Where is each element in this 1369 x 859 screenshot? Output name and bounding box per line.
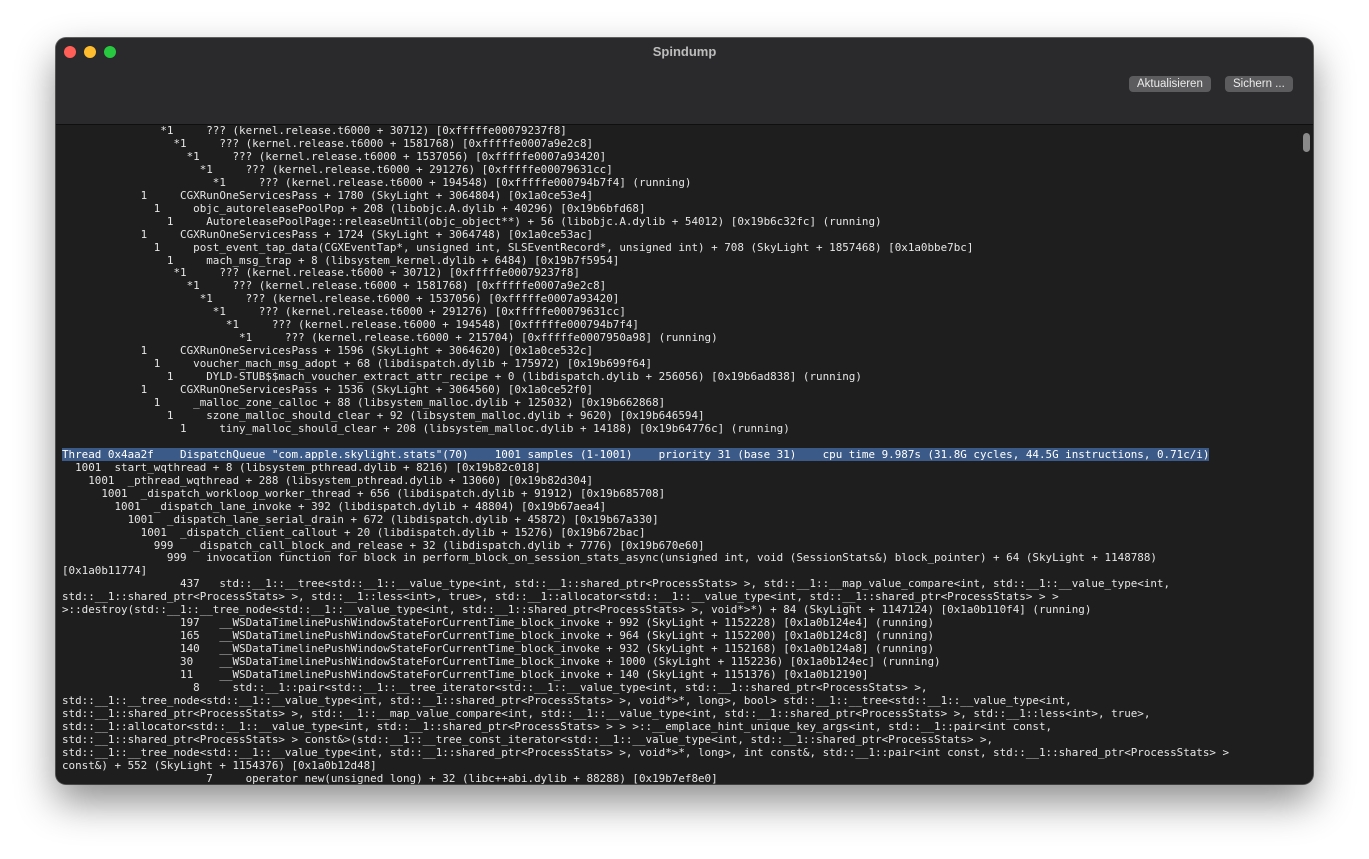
log-line: 1 szone_malloc_should_clear + 92 (libsys… (62, 408, 705, 422)
window-title: Spindump (652, 44, 717, 59)
log-line: 7 operator new(unsigned long) + 32 (libc… (62, 771, 718, 784)
log-line: 1001 _dispatch_lane_invoke + 392 (libdis… (62, 499, 607, 513)
log-line: 1 AutoreleasePoolPage::releaseUntil(objc… (62, 214, 882, 228)
log-line: 1001 _dispatch_client_callout + 20 (libd… (62, 525, 646, 539)
save-button[interactable]: Sichern ... (1225, 76, 1293, 92)
log-line: *1 ??? (kernel.release.t6000 + 194548) [… (62, 175, 692, 189)
refresh-button[interactable]: Aktualisieren (1129, 76, 1211, 92)
spindump-window: Spindump Aktualisieren Sichern ... *1 ??… (56, 38, 1313, 784)
log-line: 8 std::__1::pair<std::__1::__tree_iterat… (62, 680, 928, 694)
log-line: std::__1::shared_ptr<ProcessStats> >, st… (62, 706, 1151, 720)
log-line: *1 ??? (kernel.release.t6000 + 1537056) … (62, 149, 607, 163)
log-line: 1 CGXRunOneServicesPass + 1780 (SkyLight… (62, 188, 594, 202)
log-line: std::__1::allocator<std::__1::__value_ty… (62, 719, 1053, 733)
scrollbar-thumb[interactable] (1303, 133, 1310, 152)
thread-header-text: Thread 0x4aa2f DispatchQueue "com.apple.… (62, 447, 1210, 461)
spindump-log: *1 ??? (kernel.release.t6000 + 30712) [0… (56, 125, 1300, 784)
title-bar: Spindump Aktualisieren Sichern ... (56, 38, 1313, 125)
vertical-scrollbar[interactable] (1300, 125, 1313, 784)
log-line: *1 ??? (kernel.release.t6000 + 1581768) … (62, 136, 594, 150)
log-line: std::__1::__tree_node<std::__1::__value_… (62, 693, 1072, 707)
log-line: 1 post_event_tap_data(CGXEventTap*, unsi… (62, 240, 974, 254)
thread-header-line: Thread 0x4aa2f DispatchQueue "com.apple.… (62, 447, 1300, 462)
log-line: *1 ??? (kernel.release.t6000 + 291276) [… (62, 162, 613, 176)
log-line: const&) + 552 (SkyLight + 1154376) [0x1a… (62, 758, 377, 772)
log-line: *1 ??? (kernel.release.t6000 + 30712) [0… (62, 125, 567, 137)
log-line: 1 objc_autoreleasePoolPop + 208 (libobjc… (62, 201, 646, 215)
log-line: std::__1::shared_ptr<ProcessStats> > con… (62, 732, 994, 746)
log-line: 1 CGXRunOneServicesPass + 1724 (SkyLight… (62, 227, 594, 241)
log-line: 1001 _dispatch_workloop_worker_thread + … (62, 486, 666, 500)
log-line: 1001 _pthread_wqthread + 288 (libsystem_… (62, 473, 594, 487)
log-line: 1001 start_wqthread + 8 (libsystem_pthre… (62, 460, 541, 474)
report-text-view[interactable]: *1 ??? (kernel.release.t6000 + 30712) [0… (56, 125, 1300, 784)
log-line: 1001 _dispatch_lane_serial_drain + 672 (… (62, 512, 659, 526)
log-line: 1 tiny_malloc_should_clear + 208 (libsys… (62, 421, 790, 435)
log-line: 999 invocation function for block in per… (62, 551, 1157, 565)
log-line: std::__1::__tree_node<std::__1::__value_… (62, 745, 1230, 759)
